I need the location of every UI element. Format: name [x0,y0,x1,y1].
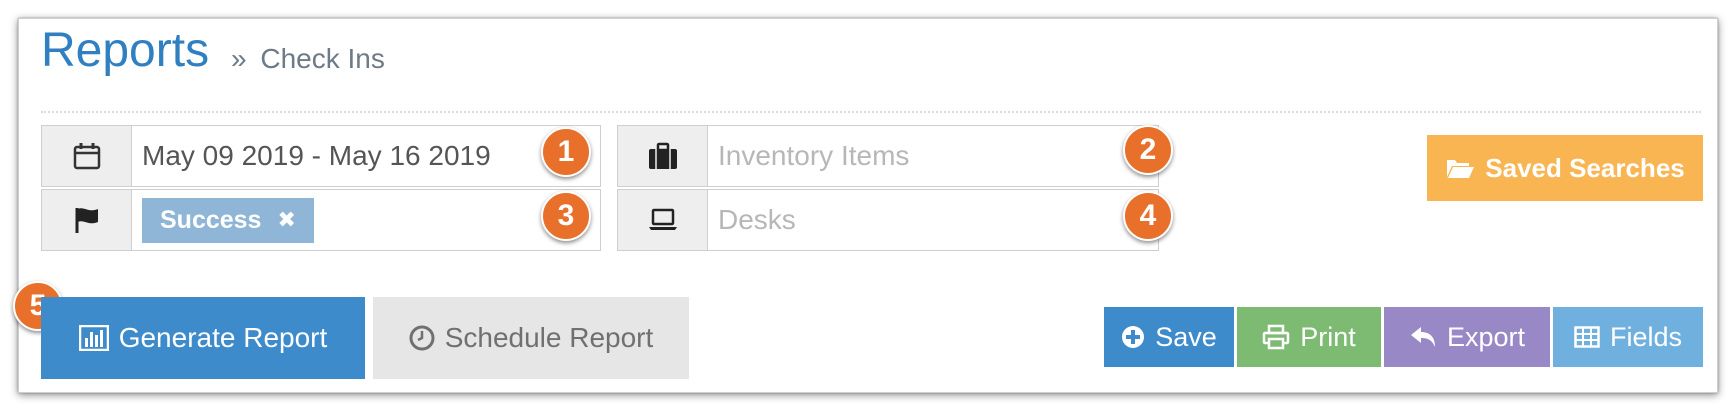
fields-button[interactable]: Fields [1553,307,1703,367]
header-divider [41,111,1701,113]
step-badge-3: 3 [541,191,591,241]
breadcrumb: » Check Ins [231,43,385,75]
export-button[interactable]: Export [1384,307,1550,367]
date-range-value[interactable]: May 09 2019 - May 16 2019 [132,126,600,186]
calendar-icon [42,126,132,186]
briefcase-icon [618,126,708,186]
generate-report-label: Generate Report [118,322,328,353]
status-tag[interactable]: Success ✖ [142,197,314,243]
step-badge-4: 4 [1123,191,1173,241]
print-label: Print [1300,321,1356,352]
date-range-field[interactable]: May 09 2019 - May 16 2019 [41,125,601,187]
plus-circle-icon [1121,325,1145,349]
schedule-report-label: Schedule Report [444,322,654,353]
fields-label: Fields [1609,321,1683,352]
reply-arrow-icon [1409,325,1437,349]
save-label: Save [1155,321,1217,352]
bar-chart-icon [78,325,109,351]
page-title: Reports [41,24,210,77]
desks-field[interactable]: Desks [617,189,1159,251]
print-icon [1262,324,1290,350]
tag-remove-icon[interactable]: ✖ [277,207,295,233]
clock-icon [409,325,435,351]
inventory-items-field[interactable]: Inventory Items [617,125,1159,187]
export-label: Export [1446,321,1526,352]
status-tag-label: Success [160,205,262,234]
schedule-report-button[interactable]: Schedule Report [373,297,689,379]
breadcrumb-separator: » [231,43,247,74]
generate-report-button[interactable]: Generate Report [41,297,365,379]
step-badge-2: 2 [1123,125,1173,175]
flag-icon [42,190,132,250]
laptop-icon [618,190,708,250]
step-badge-1: 1 [541,127,591,177]
status-field[interactable]: Success ✖ [41,189,601,251]
inventory-items-placeholder[interactable]: Inventory Items [708,126,1158,186]
report-panel: Reports » Check Ins May 09 2019 - May 16… [13,18,1718,393]
folder-open-icon [1445,156,1475,180]
table-icon [1574,326,1600,348]
save-button[interactable]: Save [1104,307,1234,367]
status-value: Success ✖ [132,190,600,250]
print-button[interactable]: Print [1237,307,1381,367]
desks-placeholder[interactable]: Desks [708,190,1158,250]
saved-searches-label: Saved Searches [1485,152,1685,183]
breadcrumb-current: Check Ins [260,43,385,74]
saved-searches-button[interactable]: Saved Searches [1427,135,1703,201]
